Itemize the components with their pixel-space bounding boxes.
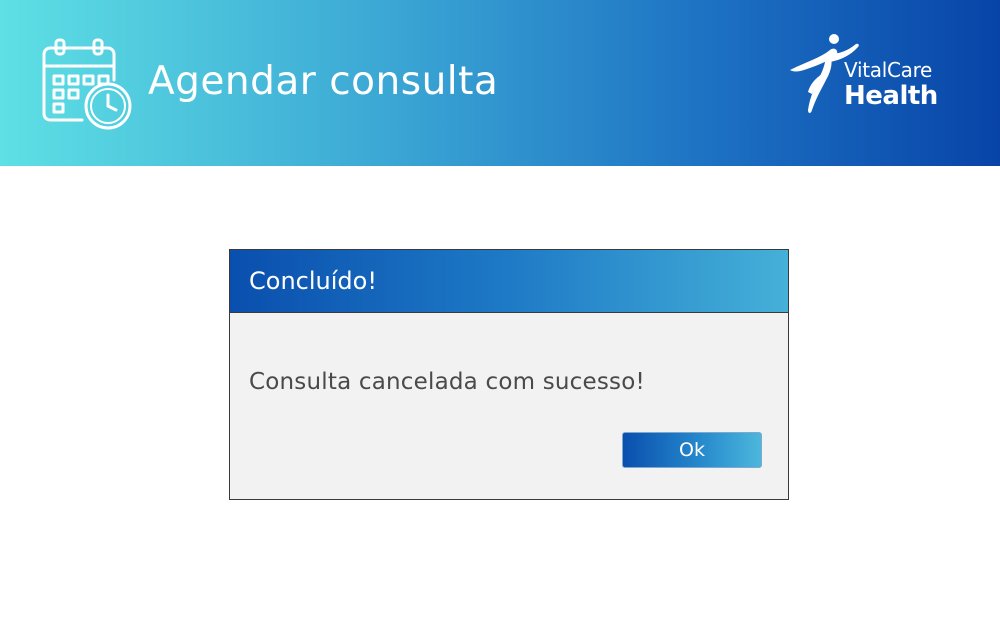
brand-name-line-1: VitalCare [844,58,933,82]
header-banner: Agendar consulta VitalCare Health [0,0,1000,166]
brand-name-line-2: Health [844,81,938,111]
brand-logo: VitalCare Health [786,32,956,122]
ok-button[interactable]: Ok [622,432,762,468]
confirmation-dialog: Concluído! Consulta cancelada com sucess… [229,249,789,500]
page: Agendar consulta VitalCare Health Conclu… [0,0,1000,625]
dialog-message: Consulta cancelada com sucesso! [249,369,645,395]
page-title: Agendar consulta [148,59,499,104]
dialog-title: Concluído! [249,267,377,295]
dialog-titlebar: Concluído! [230,250,788,313]
calendar-clock-icon [42,38,132,130]
